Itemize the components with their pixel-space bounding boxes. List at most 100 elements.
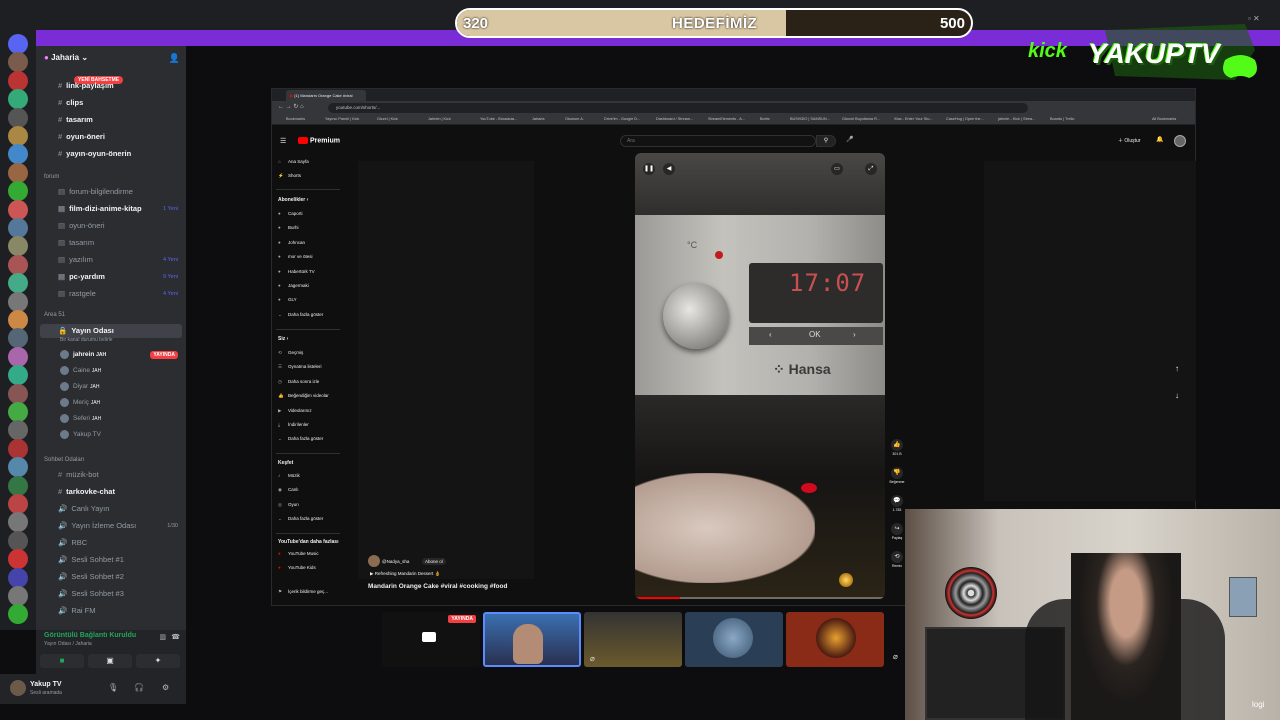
voice-user[interactable]: Caine JAH	[60, 366, 101, 375]
server-icon[interactable]	[8, 586, 28, 606]
bookmark-item[interactable]: Gizzel | Kick	[377, 117, 398, 121]
channel-item[interactable]: # tasarım	[58, 115, 93, 124]
voice-user[interactable]: Seferi JAH	[60, 414, 101, 423]
chat-channel-item[interactable]: 🔊 RBC	[58, 538, 87, 547]
bookmark-item[interactable]: CaseHug | Open the...	[946, 117, 984, 121]
screen-share-button[interactable]: ▣	[88, 654, 132, 668]
server-icon[interactable]	[8, 126, 28, 146]
bookmark-item[interactable]: All Bookmarks	[1152, 117, 1176, 121]
server-icon[interactable]	[8, 310, 28, 330]
like-button[interactable]: 👍 301 B	[886, 439, 908, 456]
server-icon[interactable]	[8, 402, 28, 422]
bookmark-item[interactable]: Dashboard / Stream...	[656, 117, 693, 121]
you-item[interactable]: 👍 Beğendiğim videolar	[278, 393, 329, 399]
progress-track[interactable]	[635, 597, 885, 599]
nav-item[interactable]: ⚡ Shorts	[278, 173, 301, 179]
report-link[interactable]: ⚑ İçerik bildirme geç...	[278, 589, 328, 595]
bookmark-item[interactable]: StreamElements - A...	[708, 117, 745, 121]
server-icon[interactable]	[8, 438, 28, 459]
bookmark-item[interactable]: Bookmarks	[286, 117, 305, 121]
forum-channel-item[interactable]: ▤ rastgele	[58, 289, 96, 298]
server-icon[interactable]	[8, 34, 28, 54]
server-icon[interactable]	[8, 494, 28, 514]
captions-icon[interactable]: ▭	[831, 163, 843, 175]
disconnect-icon[interactable]: ☎	[171, 633, 180, 641]
more-item[interactable]: ● YouTube Kids	[278, 565, 316, 570]
stream-thumbnail[interactable]	[483, 612, 581, 667]
voice-channel-status[interactable]: Bir kanal durumu belirle	[60, 337, 113, 343]
arrow-down-icon[interactable]: ↓	[1175, 391, 1179, 400]
bookmark-item[interactable]: Güncel Boyutlama R...	[842, 117, 880, 121]
server-icon[interactable]	[8, 530, 28, 551]
camera-button[interactable]: ■	[40, 654, 84, 668]
category-forum[interactable]: forum	[44, 174, 59, 180]
url-field[interactable]: youtube.com/shorts/...	[328, 103, 1028, 113]
you-item[interactable]: ⌄ Daha fazla göster	[278, 436, 323, 442]
bookmark-item[interactable]: jahrein - Kick | Strea...	[998, 117, 1035, 121]
chat-channel-item[interactable]: 🔊 Sesli Sohbet #2	[58, 572, 124, 581]
server-icon[interactable]	[8, 567, 28, 588]
short-title[interactable]: Mandarin Orange Cake #viral #cooking #fo…	[368, 583, 507, 590]
forum-channel-item[interactable]: ▤ pc-yardım	[58, 272, 105, 281]
server-icon[interactable]	[8, 70, 28, 91]
channel-avatar[interactable]	[368, 555, 380, 567]
music-label[interactable]: ▶ Refreshing Mandarin Dessert 👌	[370, 571, 440, 577]
voice-user[interactable]: jahrein JAH	[60, 350, 106, 359]
stream-thumbnail[interactable]	[786, 612, 884, 667]
search-input[interactable]: Ara	[620, 135, 816, 147]
explore-item[interactable]: ◎ Oyun	[278, 502, 299, 508]
shorts-video[interactable]: °C 17:07 ‹ OK › ⁘ Hansa ❚❚ ◀ ▭ ⤢	[635, 153, 885, 599]
forum-channel-item[interactable]: ▤ yazılım	[58, 255, 93, 264]
chat-channel-item[interactable]: 🔊 Yayın İzleme Odası	[58, 521, 136, 530]
channel-item[interactable]: # yayın-oyun-önerin	[58, 149, 131, 158]
voice-user[interactable]: Yakup TV	[60, 430, 101, 439]
subscription-item[interactable]: ● Habertürk TV	[278, 269, 315, 274]
chat-channel-item[interactable]: # müzik-bot	[58, 470, 99, 479]
subscription-item[interactable]: ⌄ Daha fazla göster	[278, 312, 323, 318]
explore-item[interactable]: ♪ Müzik	[278, 473, 300, 478]
mic-icon[interactable]: 🎙	[108, 683, 118, 692]
forum-channel-item[interactable]: ▤ oyun-öneri	[58, 221, 105, 230]
stream-thumbnail[interactable]: ⌀	[584, 612, 682, 667]
explore-item[interactable]: ⌄ Daha fazla göster	[278, 516, 323, 522]
volume-icon[interactable]: ◀	[663, 163, 675, 175]
create-button[interactable]: ＋ Oluştur	[1118, 137, 1141, 144]
you-item[interactable]: ☰ Oynatma listeleri	[278, 364, 322, 370]
server-name[interactable]: ● Jaharia ⌄	[44, 53, 88, 62]
server-icon[interactable]	[8, 199, 28, 220]
category-area51[interactable]: Area 51	[44, 312, 65, 318]
bookmark-item[interactable]: Boards | Trello	[1050, 117, 1074, 121]
server-icon[interactable]	[8, 475, 28, 496]
server-icon[interactable]	[8, 291, 28, 312]
you-item[interactable]: ⤓ İndirilenler	[278, 422, 309, 427]
subscription-item[interactable]: ● Burhi	[278, 225, 299, 230]
subscription-item[interactable]: ● GLY	[278, 297, 297, 302]
forum-channel-item[interactable]: ▤ forum-bilgilendirme	[58, 187, 133, 196]
headset-icon[interactable]: 🎧	[134, 683, 144, 692]
dislike-button[interactable]: 👎 Beğenme	[886, 467, 908, 484]
settings-gear-icon[interactable]: ⚙	[162, 683, 169, 692]
subscription-item[interactable]: ● Caporti	[278, 211, 303, 216]
nav-arrows-icon[interactable]: ← → ↻ ⌂	[278, 103, 304, 110]
subscriptions-header[interactable]: Abonelikler ›	[278, 197, 308, 203]
forum-channel-item[interactable]: ▤ tasarım	[58, 238, 94, 247]
bookmark-item[interactable]: Yayıncı Paneli | Kick	[325, 117, 359, 121]
search-button[interactable]: ⚲	[816, 135, 836, 147]
browser-tab[interactable]: ▶ (1) Mandarin Orange Cake #viral	[286, 90, 366, 101]
subscribe-button[interactable]: Abone ol	[422, 558, 446, 565]
server-icon[interactable]	[8, 346, 28, 367]
server-icon[interactable]	[8, 218, 28, 238]
chat-channel-item[interactable]: 🔊 Sesli Sohbet #3	[58, 589, 124, 598]
add-member-icon[interactable]: 👤	[169, 53, 180, 64]
server-icon[interactable]	[8, 254, 28, 275]
voice-channel-yayin-odasi[interactable]: 🔒 Yayın Odası	[58, 326, 114, 335]
server-icon[interactable]	[8, 383, 28, 404]
account-avatar[interactable]	[1174, 135, 1186, 147]
bookmark-item[interactable]: YouTube - Broadcas...	[480, 117, 518, 121]
forum-channel-item[interactable]: ▤ film-dizi-anime-kitap	[58, 204, 142, 213]
activity-button[interactable]: ✦	[136, 654, 180, 668]
you-item[interactable]: ⟲ Geçmiş	[278, 350, 303, 356]
you-item[interactable]: ▶ Videolarınız	[278, 408, 312, 414]
channel-item[interactable]: # clips	[58, 98, 83, 107]
subscription-item[interactable]: ● mor ve ötesi	[278, 254, 313, 259]
